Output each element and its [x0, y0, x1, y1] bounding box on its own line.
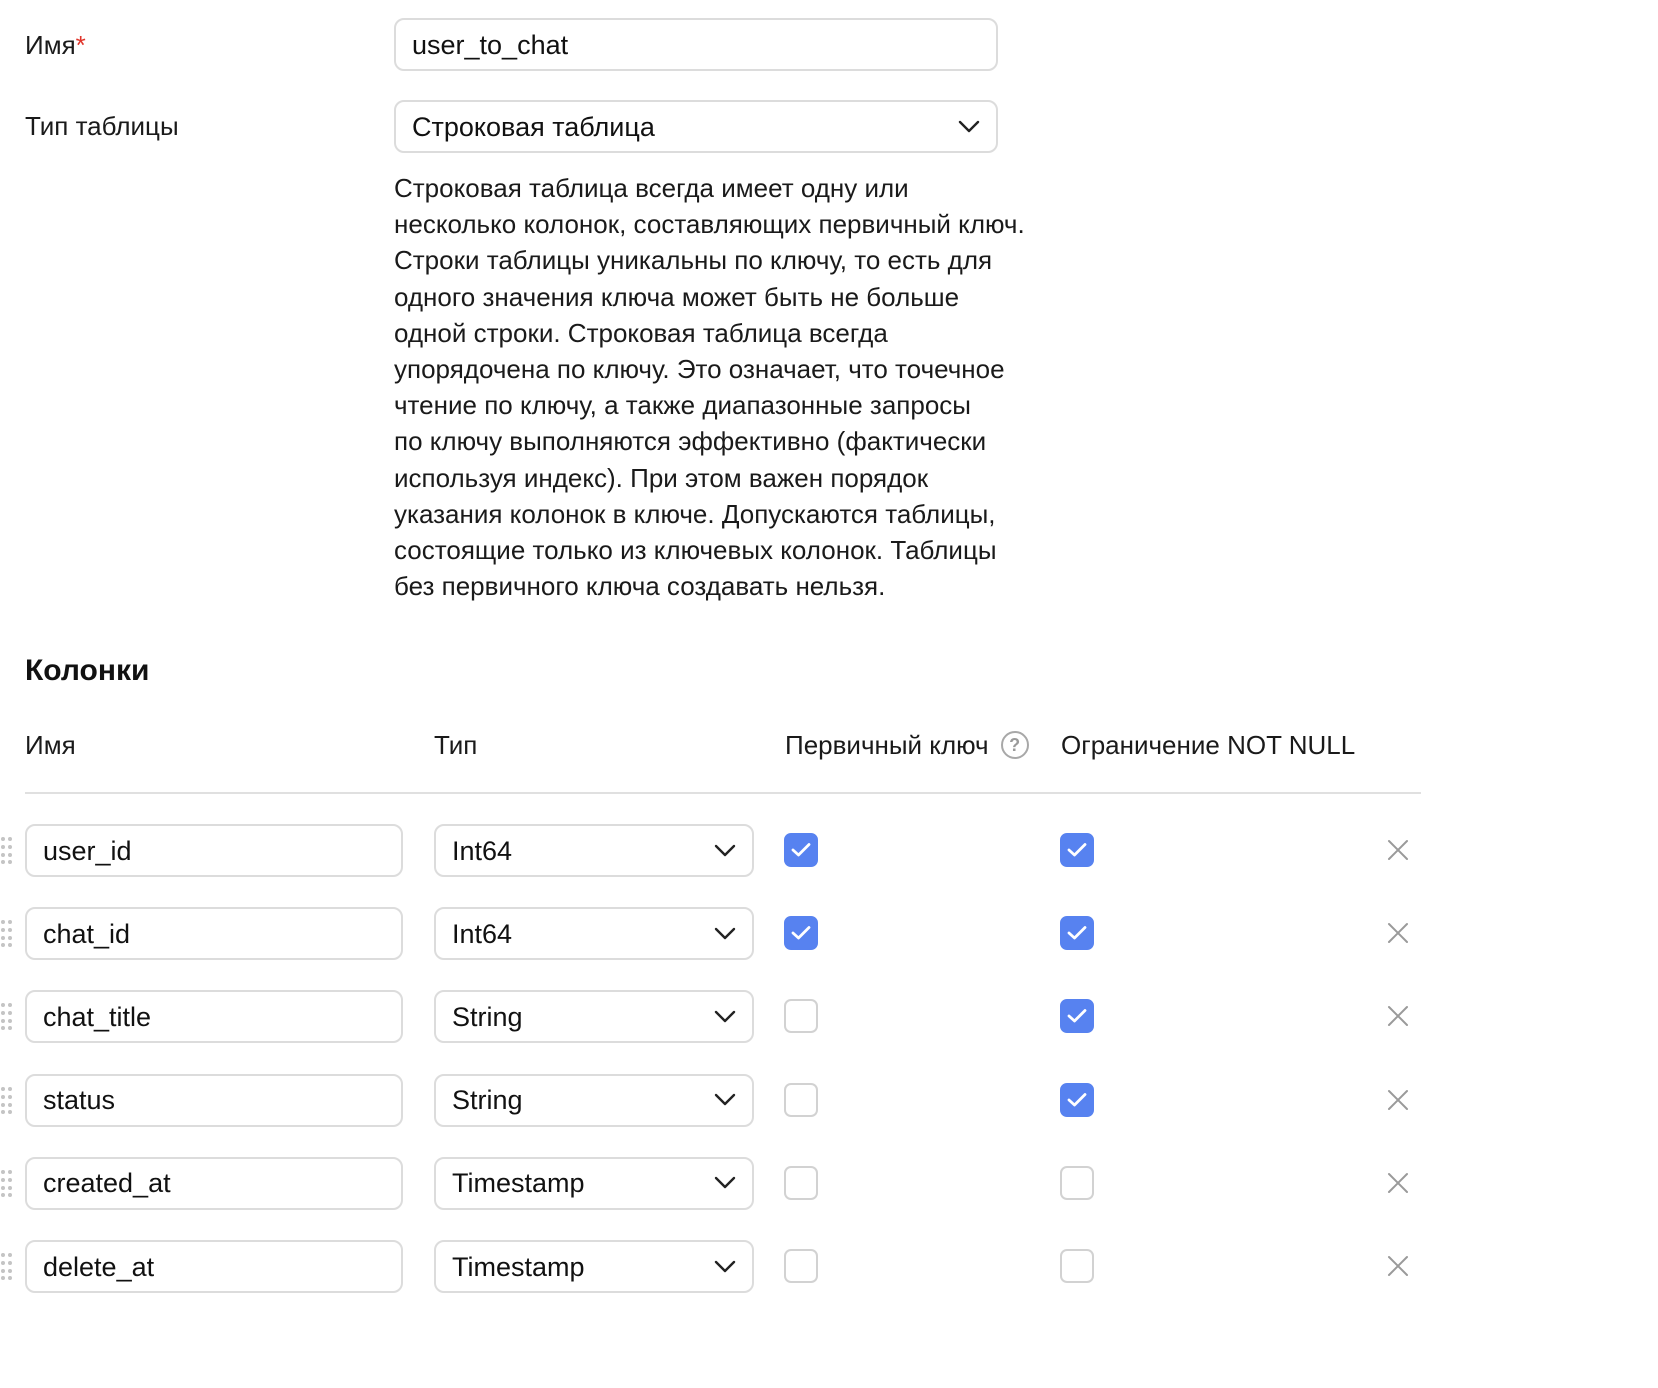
column-type-select[interactable]: String [434, 1073, 754, 1127]
column-type-value: Timestamp [452, 1251, 585, 1282]
columns-header-divider [25, 792, 1421, 794]
description-line: Строки таблицы уникальны по ключу, то ес… [394, 245, 993, 276]
column-type-select[interactable]: Int64 [434, 907, 754, 961]
close-icon [1388, 1089, 1408, 1110]
column-header-primary-key: Первичный ключ ? [785, 728, 1029, 762]
description-line: чтение по ключу, а также диапазонные зап… [394, 390, 971, 421]
checkmark-icon [791, 926, 811, 940]
column-name-input[interactable]: delete_at [25, 1240, 403, 1293]
remove-column-button[interactable] [1387, 922, 1409, 944]
remove-column-button[interactable] [1387, 1172, 1409, 1194]
chevron-down-icon [714, 1177, 736, 1189]
column-name-value: user_id [43, 835, 132, 866]
column-name-value: status [43, 1085, 116, 1116]
column-type-value: String [452, 1001, 523, 1032]
primary-key-checkbox[interactable] [784, 1082, 818, 1117]
column-header-not-null: Ограничение NOT NULL [1061, 730, 1356, 760]
description-line: состоящие только из ключевых колонок. Та… [394, 535, 997, 566]
close-icon [1388, 923, 1408, 944]
drag-handle-icon[interactable] [0, 1252, 14, 1280]
description-line: Строковая таблица всегда имеет одну или [394, 173, 909, 203]
not-null-checkbox[interactable] [1060, 999, 1094, 1034]
description-line: одного значения ключа может быть не боль… [394, 281, 960, 312]
column-name-input[interactable]: chat_title [25, 990, 403, 1044]
chevron-down-icon [958, 120, 980, 132]
chevron-down-icon [714, 844, 736, 856]
column-type-select[interactable]: String [434, 990, 754, 1044]
table-type-label: Тип таблицы [25, 111, 179, 141]
help-icon[interactable]: ? [1000, 731, 1029, 759]
column-name-value: chat_title [43, 1001, 152, 1032]
description-line: по ключу выполняются эффективно (фактиче… [394, 426, 987, 457]
column-type-value: Int64 [452, 918, 513, 949]
close-icon [1388, 840, 1408, 860]
column-type-value: Timestamp [452, 1168, 585, 1199]
description-line: несколько колонок, составляющих первичны… [394, 209, 1025, 240]
table-type-value: Строковая таблица [412, 111, 655, 142]
primary-key-checkbox[interactable] [784, 833, 818, 867]
drag-handle-icon[interactable] [0, 836, 14, 864]
close-icon [1388, 1172, 1408, 1193]
column-type-select[interactable]: Timestamp [434, 1156, 754, 1210]
checkmark-icon [1067, 926, 1087, 940]
primary-key-checkbox[interactable] [784, 916, 818, 951]
remove-column-button[interactable] [1387, 1089, 1409, 1111]
checkmark-icon [1067, 1009, 1087, 1023]
chevron-down-icon [714, 1093, 736, 1106]
column-name-input[interactable]: user_id [25, 824, 403, 877]
column-header-type: Тип [434, 730, 478, 760]
name-input[interactable]: user_to_chat [394, 18, 998, 71]
not-null-checkbox[interactable] [1060, 1165, 1094, 1200]
drag-handle-icon[interactable] [0, 1086, 14, 1114]
primary-key-checkbox[interactable] [784, 999, 818, 1034]
description-line: упорядочена по ключу. Это означает, что … [394, 354, 1005, 385]
not-null-checkbox[interactable] [1060, 916, 1094, 951]
name-label-text: Имя [25, 30, 76, 60]
not-null-checkbox[interactable] [1060, 833, 1094, 867]
primary-key-checkbox[interactable] [784, 1165, 818, 1200]
description-line: указания колонок в ключе. Допускаются та… [394, 498, 996, 529]
column-type-select[interactable]: Int64 [434, 824, 754, 877]
column-name-input[interactable]: chat_id [25, 907, 403, 961]
not-null-checkbox[interactable] [1060, 1082, 1094, 1117]
required-mark: * [75, 30, 86, 60]
drag-handle-icon[interactable] [0, 1169, 14, 1197]
column-name-value: delete_at [43, 1251, 155, 1282]
drag-handle-icon[interactable] [0, 919, 14, 948]
description-line: без первичного ключа создавать нельзя. [394, 571, 886, 602]
chevron-down-icon [714, 1260, 736, 1272]
name-input-value: user_to_chat [412, 29, 569, 60]
remove-column-button[interactable] [1387, 1005, 1409, 1027]
checkmark-icon [791, 843, 811, 857]
column-type-value: Int64 [452, 835, 513, 866]
column-name-input[interactable]: created_at [25, 1156, 403, 1210]
remove-column-button[interactable] [1387, 1255, 1409, 1277]
column-name-value: created_at [43, 1168, 171, 1199]
chevron-down-icon [714, 927, 736, 939]
chevron-down-icon [714, 1010, 736, 1023]
description-line: используя индекс). При этом важен порядо… [394, 462, 929, 493]
table-type-description: Строковая таблица всегда имеет одну или н… [394, 170, 1034, 604]
name-label: Имя* [25, 28, 86, 62]
column-name-input[interactable]: status [25, 1073, 403, 1127]
column-type-select[interactable]: Timestamp [434, 1240, 754, 1293]
description-line: одной строки. Строковая таблица всегда [394, 317, 888, 348]
drag-handle-icon[interactable] [0, 1002, 14, 1031]
close-icon [1388, 1006, 1408, 1027]
column-header-name: Имя [25, 730, 76, 760]
checkmark-icon [1067, 843, 1087, 857]
not-null-checkbox[interactable] [1060, 1249, 1094, 1283]
close-icon [1388, 1256, 1408, 1276]
remove-column-button[interactable] [1387, 839, 1409, 861]
columns-section-title: Колонки [25, 654, 150, 687]
table-type-select[interactable]: Строковая таблица [394, 100, 998, 153]
column-name-value: chat_id [43, 918, 131, 949]
column-header-primary-key-label: Первичный ключ [785, 730, 989, 760]
primary-key-checkbox[interactable] [784, 1249, 818, 1283]
checkmark-icon [1067, 1092, 1087, 1106]
column-type-value: String [452, 1085, 523, 1116]
